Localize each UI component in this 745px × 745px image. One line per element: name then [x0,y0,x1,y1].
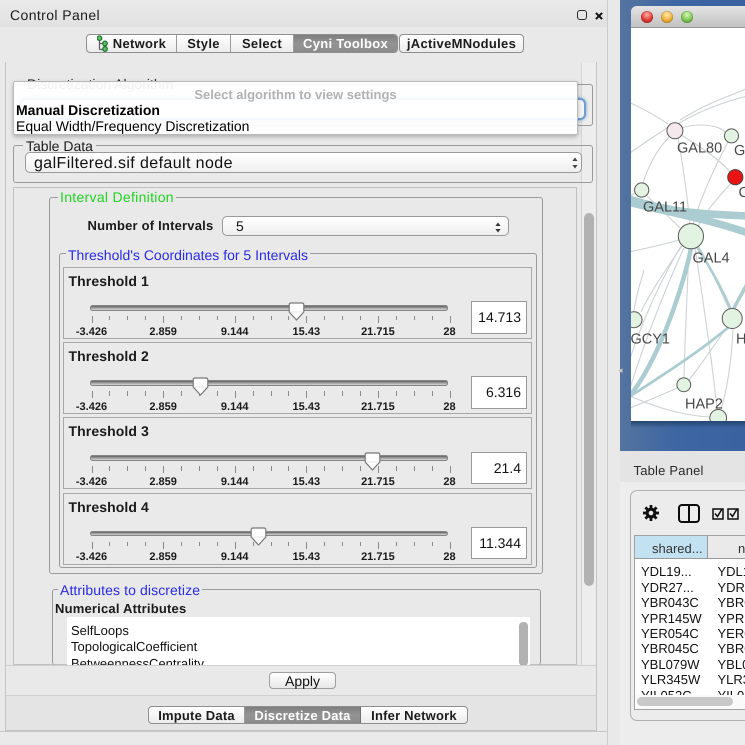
svg-text:GAL80: GAL80 [677,141,722,157]
svg-text:C: C [739,185,745,201]
svg-text:GAL4: GAL4 [693,251,730,267]
svg-text:GCY1: GCY1 [631,332,670,348]
svg-text:HAP2: HAP2 [685,397,723,413]
svg-text:GAL11: GAL11 [643,200,687,216]
svg-text:G: G [734,143,745,159]
svg-text:H: H [736,332,745,348]
